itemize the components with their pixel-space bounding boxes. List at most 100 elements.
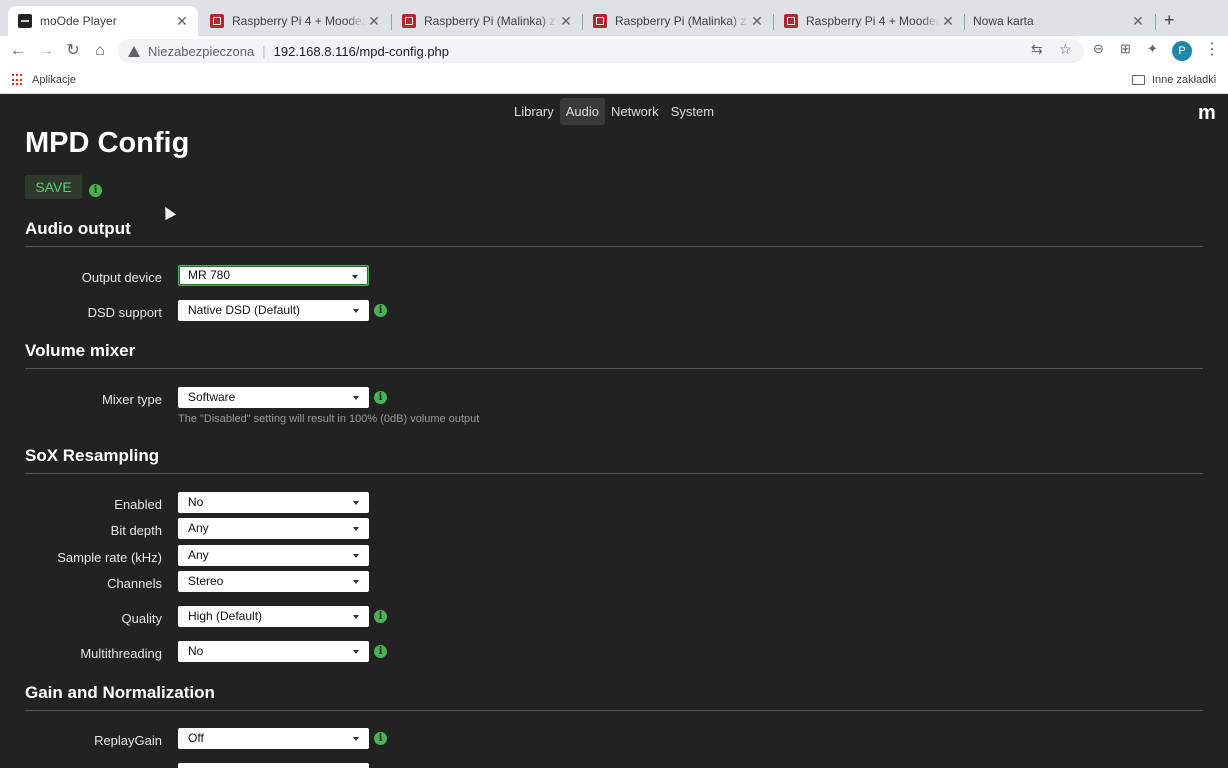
nav-network[interactable]: Network — [605, 98, 665, 125]
tab-title: moOde Player — [40, 14, 117, 28]
tab-raspberry-malinka-1[interactable]: Raspberry Pi (Malinka) z DAC ✕ — [392, 6, 582, 36]
output-device-value: MR 780 — [188, 268, 231, 282]
caret-down-icon — [353, 615, 359, 619]
address-bar[interactable]: Niezabezpieczona | 192.168.8.116/mpd-con… — [118, 39, 1084, 63]
quality-select[interactable]: High (Default) — [178, 606, 369, 627]
close-tab-icon[interactable]: ✕ — [174, 13, 190, 30]
channels-value: Stereo — [188, 574, 224, 588]
quality-value: High (Default) — [188, 609, 263, 623]
nav-system[interactable]: System — [665, 98, 720, 125]
multithreading-label: Multithreading — [80, 646, 162, 661]
profile-avatar[interactable]: P — [1172, 41, 1192, 61]
tab-strip: moOde Player ✕ Raspberry Pi 4 + Moodeaud… — [0, 0, 1228, 36]
info-icon[interactable]: i — [374, 391, 387, 404]
tab-title: Raspberry Pi 4 + Moodeaudio — [232, 14, 366, 28]
new-tab-plus-icon[interactable]: + — [1164, 10, 1175, 31]
caret-down-icon — [353, 650, 359, 654]
other-bookmarks[interactable]: Inne zakładki — [1132, 74, 1216, 86]
close-tab-icon[interactable]: ✕ — [1130, 13, 1146, 30]
channels-select[interactable]: Stereo — [178, 571, 369, 592]
tab-separator — [1155, 14, 1156, 30]
tab-new-tab[interactable]: Nowa karta ✕ — [964, 6, 1154, 36]
next-select-partial[interactable] — [178, 763, 369, 768]
bookmark-apps[interactable]: Aplikacje — [32, 74, 76, 86]
moode-page: Library Audio Network System m MPD Confi… — [0, 95, 1228, 768]
section-divider — [25, 368, 1203, 369]
url-text[interactable]: 192.168.8.116/mpd-config.php — [274, 44, 449, 59]
close-tab-icon[interactable]: ✕ — [940, 13, 956, 30]
mouse-cursor-icon — [159, 203, 177, 221]
dsd-support-value: Native DSD (Default) — [188, 303, 301, 317]
close-tab-icon[interactable]: ✕ — [749, 13, 765, 30]
tab-raspberry-moodeaudio-1[interactable]: Raspberry Pi 4 + Moodeaudio ✕ — [200, 6, 390, 36]
quality-label: Quality — [121, 611, 162, 626]
mixer-type-value: Software — [188, 390, 236, 404]
nav-library[interactable]: Library — [508, 98, 560, 125]
tab-raspberry-malinka-2[interactable]: Raspberry Pi (Malinka) z DAC ✕ — [583, 6, 773, 36]
multithreading-value: No — [188, 644, 204, 658]
mixer-type-select[interactable]: Software — [178, 387, 369, 408]
tab-title: Nowa karta — [973, 14, 1034, 28]
info-icon[interactable]: i — [374, 304, 387, 317]
dsd-support-select[interactable]: Native DSD (Default) — [178, 300, 369, 321]
mixer-type-label: Mixer type — [102, 392, 162, 407]
moode-logo[interactable]: m — [1198, 102, 1216, 125]
info-icon[interactable]: i — [374, 645, 387, 658]
caret-down-icon — [353, 554, 359, 558]
sample-rate-value: Any — [188, 548, 209, 562]
bookmarks-bar: Aplikacje Inne zakładki — [0, 66, 1228, 94]
tab-title: Raspberry Pi (Malinka) z DAC — [424, 14, 558, 28]
bookmark-star-icon[interactable]: ☆ — [1059, 41, 1072, 58]
info-icon[interactable]: i — [374, 732, 387, 745]
sample-rate-label: Sample rate (kHz) — [57, 550, 162, 565]
tab-raspberry-moodeaudio-2[interactable]: Raspberry Pi 4 + Moodeaudio ✕ — [774, 6, 964, 36]
close-tab-icon[interactable]: ✕ — [366, 13, 382, 30]
extension-badge-icon[interactable]: ⊖ — [1093, 41, 1104, 57]
multithreading-select[interactable]: No — [178, 641, 369, 662]
section-sox-resampling: SoX Resampling — [25, 446, 160, 465]
extension-grid-icon[interactable]: ⊞ — [1120, 41, 1131, 57]
page-title: MPD Config — [25, 127, 190, 159]
red-favicon-icon — [593, 14, 607, 28]
section-divider — [25, 710, 1203, 711]
translate-icon[interactable]: ⇆ — [1031, 41, 1043, 58]
info-icon[interactable]: i — [89, 184, 102, 197]
red-favicon-icon — [210, 14, 224, 28]
replaygain-value: Off — [188, 731, 204, 745]
reload-icon[interactable]: ↻ — [63, 41, 83, 61]
replaygain-select[interactable]: Off — [178, 728, 369, 749]
output-device-label: Output device — [81, 270, 162, 285]
caret-down-icon — [352, 275, 358, 279]
section-divider — [25, 473, 1203, 474]
dsd-support-label: DSD support — [87, 305, 162, 320]
nav-audio[interactable]: Audio — [559, 98, 605, 125]
sample-rate-select[interactable]: Any — [178, 545, 369, 566]
info-icon[interactable]: i — [374, 610, 387, 623]
mixer-type-hint: The "Disabled" setting will result in 10… — [178, 413, 480, 425]
save-button[interactable]: SAVE — [25, 175, 82, 199]
caret-down-icon — [353, 580, 359, 584]
tab-title: Raspberry Pi 4 + Moodeaudio — [806, 14, 940, 28]
output-device-select[interactable]: MR 780 — [178, 265, 369, 286]
red-favicon-icon — [402, 14, 416, 28]
back-arrow-icon[interactable]: ← — [8, 41, 28, 61]
browser-toolbar: ← → ↻ ⌂ Niezabezpieczona | 192.168.8.116… — [0, 36, 1228, 66]
tab-title: Raspberry Pi (Malinka) z DAC — [615, 14, 749, 28]
extensions-puzzle-icon[interactable]: ✦ — [1147, 41, 1158, 57]
close-tab-icon[interactable]: ✕ — [558, 13, 574, 30]
bit-depth-label: Bit depth — [110, 523, 162, 538]
main-nav: Library Audio Network System — [508, 98, 720, 125]
caret-down-icon — [353, 309, 359, 313]
chrome-menu-icon[interactable]: ⋮ — [1204, 39, 1220, 59]
section-gain-normalization: Gain and Normalization — [25, 683, 215, 702]
sox-enabled-select[interactable]: No — [178, 492, 369, 513]
sox-enabled-label: Enabled — [114, 497, 162, 512]
home-icon[interactable]: ⌂ — [90, 41, 110, 61]
forward-arrow-icon[interactable]: → — [36, 41, 56, 61]
caret-down-icon — [353, 501, 359, 505]
section-audio-output: Audio output — [25, 219, 131, 238]
bit-depth-value: Any — [188, 521, 209, 535]
apps-grid-icon[interactable] — [12, 74, 24, 86]
bit-depth-select[interactable]: Any — [178, 518, 369, 539]
tab-moode-player[interactable]: moOde Player ✕ — [8, 6, 198, 36]
